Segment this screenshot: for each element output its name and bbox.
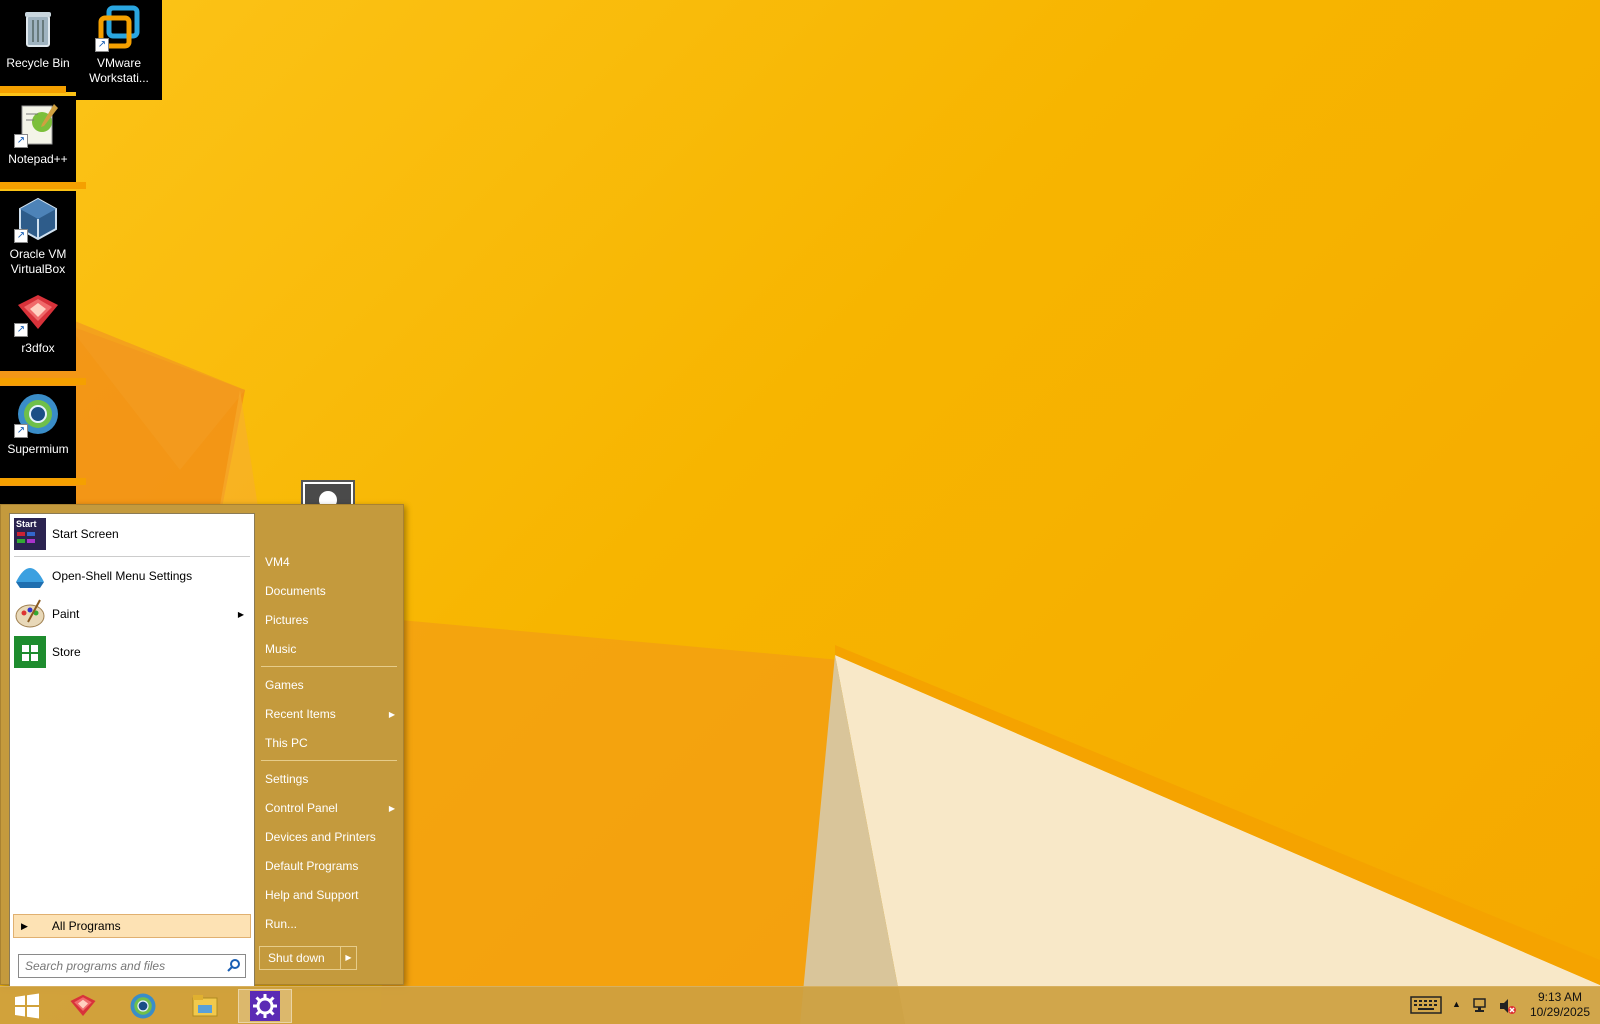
place-settings[interactable]: Settings [261, 767, 397, 791]
icon-divider [0, 86, 66, 93]
desktop-icon-label: r3dfox [21, 341, 55, 355]
shortcut-arrow-icon: ↗ [14, 323, 28, 337]
all-programs-label: All Programs [51, 919, 121, 933]
program-label: Start Screen [52, 527, 119, 541]
place-games[interactable]: Games [261, 673, 397, 697]
desktop-icon-label: Supermium [7, 442, 69, 456]
shutdown-button[interactable]: Shut down ▶ [259, 946, 357, 970]
open-shell-settings-icon [250, 991, 280, 1021]
program-label: Paint [52, 607, 80, 621]
supermium-icon: ↗ [14, 390, 62, 438]
icon-divider [0, 182, 86, 189]
taskbar-supermium[interactable] [116, 989, 170, 1023]
places-separator [261, 760, 397, 761]
supermium-icon [130, 993, 156, 1019]
place-help-and-support[interactable]: Help and Support [261, 883, 397, 907]
search-input[interactable]: Search programs and files [18, 954, 246, 978]
place-devices-and-printers[interactable]: Devices and Printers [261, 825, 397, 849]
place-user-folder[interactable]: VM4 [261, 550, 397, 574]
taskbar-clock[interactable]: 9:13 AM 10/29/2025 [1530, 990, 1590, 1020]
start-screen-icon-text: Start [16, 519, 37, 529]
taskbar-file-explorer[interactable] [178, 989, 232, 1023]
place-pictures[interactable]: Pictures [261, 608, 397, 632]
submenu-arrow-icon: ▶ [237, 609, 244, 619]
taskbar-r3dfox[interactable] [56, 989, 110, 1023]
volume-muted-icon[interactable] [1498, 997, 1516, 1018]
search-placeholder: Search programs and files [25, 959, 166, 973]
shortcut-arrow-icon: ↗ [14, 134, 28, 148]
start-menu-programs-pane: Start Start Screen Open-Shell Menu Setti… [9, 513, 255, 987]
r3dfox-icon: ↗ [14, 289, 62, 337]
place-recent-items[interactable]: Recent Items ▶ [261, 702, 397, 726]
vmware-icon: ↗ [95, 4, 143, 52]
program-paint[interactable]: Paint ▶ [14, 596, 250, 632]
desktop-icon-label: VMware Workstati... [89, 56, 149, 85]
place-default-programs[interactable]: Default Programs [261, 854, 397, 878]
shortcut-arrow-icon: ↗ [95, 38, 109, 52]
network-icon[interactable] [1472, 997, 1490, 1018]
program-start-screen[interactable]: Start Start Screen [14, 516, 250, 552]
program-open-shell-settings[interactable]: Open-Shell Menu Settings [14, 558, 250, 594]
desktop-icon-recycle-bin[interactable]: Recycle Bin [0, 0, 76, 92]
program-store[interactable]: Store [14, 634, 250, 670]
file-explorer-icon [192, 995, 218, 1017]
program-label: Open-Shell Menu Settings [52, 569, 193, 583]
places-separator [261, 666, 397, 667]
submenu-arrow-icon: ▶ [388, 803, 395, 813]
place-label: Recent Items [265, 707, 336, 721]
place-music[interactable]: Music [261, 637, 397, 661]
desktop-icon-label: Notepad++ [8, 152, 68, 166]
open-shell-icon [14, 560, 46, 592]
expand-arrow-icon: ▶ [21, 920, 28, 931]
shortcut-arrow-icon: ↗ [14, 229, 28, 243]
paint-icon [14, 598, 46, 630]
windows-start-icon [15, 993, 39, 1019]
taskbar-open-shell-settings[interactable] [238, 989, 292, 1023]
shortcut-arrow-icon: ↗ [14, 424, 28, 438]
start-menu: Start Start Screen Open-Shell Menu Setti… [0, 504, 404, 987]
start-menu-places-pane: VM4 Documents Pictures Music Games Recen… [257, 505, 403, 984]
start-screen-icon: Start [14, 518, 46, 550]
place-control-panel[interactable]: Control Panel ▶ [261, 796, 397, 820]
icon-divider [0, 378, 86, 385]
place-this-pc[interactable]: This PC [261, 731, 397, 755]
desktop-icon-label: Recycle Bin [6, 56, 70, 70]
desktop-icon-virtualbox[interactable]: ↗ Oracle VM VirtualBox ↗ r3dfox [0, 191, 76, 371]
programs-separator [14, 556, 250, 557]
clock-date: 10/29/2025 [1529, 1005, 1590, 1019]
show-hidden-icons-chevron-icon[interactable]: ▲ [1452, 999, 1461, 1009]
desktop-icon-notepad-plus-plus[interactable]: ↗ Notepad++ [0, 96, 76, 182]
taskbar: ▲ 9:13 AM 10/29/2025 [0, 986, 1600, 1024]
desktop-icon-label: Oracle VM VirtualBox [9, 247, 67, 276]
store-icon [14, 636, 46, 668]
shutdown-label: Shut down [268, 951, 325, 965]
desktop-icon-partial[interactable] [0, 486, 76, 504]
shutdown-options-arrow-icon[interactable]: ▶ [340, 947, 356, 969]
program-label: Store [52, 645, 81, 659]
place-documents[interactable]: Documents [261, 579, 397, 603]
clock-time: 9:13 AM [1537, 990, 1582, 1004]
place-run[interactable]: Run... [261, 912, 397, 936]
desktop-icon-vmware[interactable]: ↗ VMware Workstati... [76, 0, 162, 100]
desktop-icon-supermium[interactable]: ↗ Supermium [0, 386, 76, 478]
r3dfox-icon [70, 994, 96, 1016]
submenu-arrow-icon: ▶ [388, 709, 395, 719]
touch-keyboard-icon[interactable] [1410, 996, 1442, 1017]
virtualbox-icon: ↗ [14, 195, 62, 243]
start-button[interactable] [0, 989, 54, 1023]
place-label: Control Panel [265, 801, 338, 815]
search-icon [227, 958, 241, 975]
all-programs-button[interactable]: ▶ All Programs [13, 914, 251, 938]
notepad-plus-plus-icon: ↗ [14, 100, 62, 148]
recycle-bin-icon [14, 4, 62, 52]
icon-divider [0, 478, 86, 485]
